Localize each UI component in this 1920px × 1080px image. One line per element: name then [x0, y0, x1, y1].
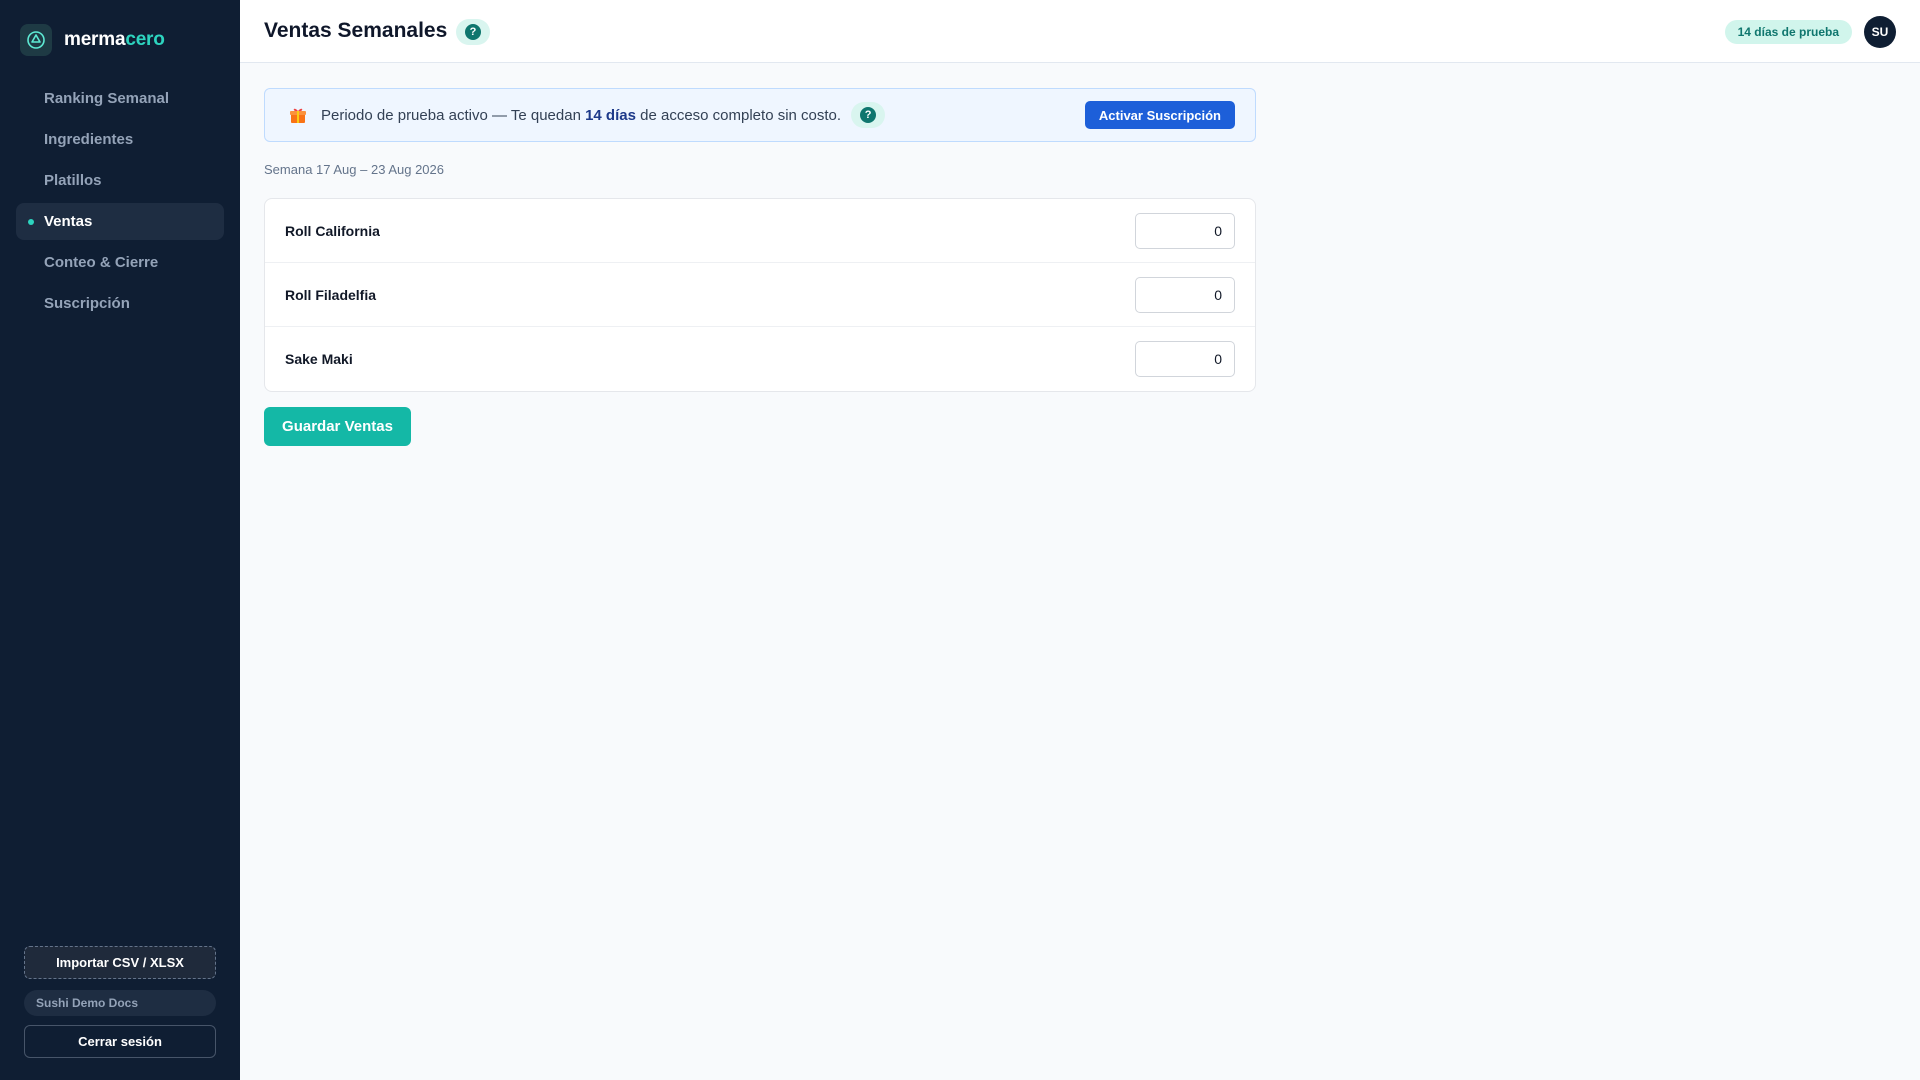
page-title: Ventas Semanales: [264, 19, 448, 42]
brand-name-part2: cero: [125, 29, 165, 50]
table-row: Roll California: [265, 199, 1255, 263]
sidebar-nav: Ranking Semanal Ingredientes Platillos V…: [16, 80, 224, 326]
dish-name: Roll Filadelfia: [285, 286, 377, 303]
active-dot-icon: [28, 219, 34, 225]
trial-days-remaining: 14 días: [585, 106, 636, 124]
sidebar-item-label: Platillos: [44, 172, 102, 189]
brand-name-part1: merma: [64, 29, 126, 50]
sidebar-item-ventas[interactable]: Ventas: [16, 203, 224, 240]
sidebar-item-conteo-cierre[interactable]: Conteo & Cierre: [16, 244, 224, 281]
week-range-label: Semana 17 Aug – 23 Aug 2026: [264, 162, 444, 177]
brand[interactable]: mermacero: [20, 24, 165, 56]
sales-table: Roll California Roll Filadelfia Sake Mak…: [264, 198, 1256, 392]
dish-name: Roll California: [285, 222, 380, 239]
trial-banner: Periodo de prueba activo — Te quedan 14 …: [264, 88, 1256, 142]
activate-subscription-button[interactable]: Activar Suscripción: [1084, 101, 1235, 129]
page-help-button[interactable]: ?: [456, 19, 490, 45]
topbar: Ventas Semanales ? 14 días de prueba SU: [240, 0, 1920, 63]
sidebar-item-platillos[interactable]: Platillos: [16, 162, 224, 199]
table-row: Sake Maki: [265, 327, 1255, 391]
gift-icon: [289, 106, 307, 124]
question-icon: ?: [465, 24, 481, 40]
avatar[interactable]: SU: [1864, 16, 1896, 48]
sidebar-item-label: Ventas: [44, 213, 93, 230]
sidebar-item-label: Ingredientes: [44, 131, 134, 148]
logout-button[interactable]: Cerrar sesión: [24, 1025, 216, 1058]
save-sales-button[interactable]: Guardar Ventas: [264, 407, 411, 446]
quantity-input[interactable]: [1135, 212, 1235, 249]
table-row: Roll Filadelfia: [265, 263, 1255, 327]
trial-days-badge: 14 días de prueba: [1724, 20, 1852, 44]
sidebar-item-suscripcion[interactable]: Suscripción: [16, 285, 224, 322]
sidebar-footer: Importar CSV / XLSX Sushi Demo Docs Cerr…: [24, 946, 216, 1058]
sidebar-item-label: Suscripción: [44, 295, 130, 312]
banner-help-button[interactable]: ?: [851, 102, 886, 128]
sidebar-item-ranking-semanal[interactable]: Ranking Semanal: [16, 80, 224, 117]
trial-banner-text: Periodo de prueba activo — Te quedan 14 …: [321, 107, 841, 124]
import-csv-button[interactable]: Importar CSV / XLSX: [24, 946, 216, 979]
sidebar-item-ingredientes[interactable]: Ingredientes: [16, 121, 224, 158]
brand-name: mermacero: [64, 29, 165, 51]
sidebar: mermacero Ranking Semanal Ingredientes P…: [0, 0, 240, 1080]
org-name-badge: Sushi Demo Docs: [24, 990, 216, 1016]
question-icon: ?: [860, 107, 877, 123]
sidebar-item-label: Conteo & Cierre: [44, 254, 159, 271]
recycle-logo-icon: [20, 24, 52, 56]
quantity-input[interactable]: [1135, 341, 1235, 377]
trial-banner-text-end: de acceso completo sin costo.: [635, 106, 842, 124]
trial-banner-text-start: Periodo de prueba activo — Te quedan: [321, 106, 586, 124]
dish-name: Sake Maki: [285, 351, 353, 367]
sidebar-item-label: Ranking Semanal: [44, 90, 170, 107]
quantity-input[interactable]: [1135, 276, 1235, 313]
